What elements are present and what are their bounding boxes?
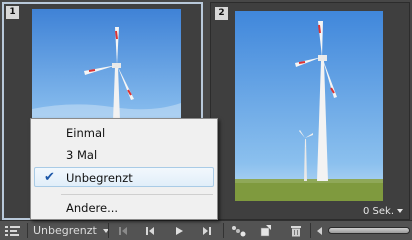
menu-separator xyxy=(61,194,213,195)
animation-frame-2[interactable]: 2 0 Sek. xyxy=(210,2,410,220)
checkmark-icon: ✔ xyxy=(44,170,55,185)
zoom-out-icon[interactable] xyxy=(314,221,326,240)
first-frame-icon[interactable] xyxy=(114,221,132,240)
play-icon[interactable] xyxy=(170,221,188,240)
menu-item-andere[interactable]: Andere... xyxy=(34,198,214,218)
animation-toolbar: Unbegrenzt xyxy=(0,220,412,240)
loop-options-select[interactable]: Unbegrenzt xyxy=(33,221,109,240)
tween-icon[interactable] xyxy=(229,221,249,240)
frame-delay-selector[interactable]: 0 Sek. xyxy=(363,206,403,217)
loop-options-menu: Einmal 3 Mal ✔ Unbegrenzt Andere... xyxy=(30,118,218,220)
frame-number: 2 xyxy=(215,7,228,20)
previous-frame-icon[interactable] xyxy=(141,221,159,240)
menu-item-unbegrenzt[interactable]: ✔ Unbegrenzt xyxy=(34,167,214,187)
menu-item-3-mal[interactable]: 3 Mal xyxy=(34,145,214,165)
chevron-down-icon xyxy=(397,209,403,213)
frame-thumbnail xyxy=(32,9,181,121)
delete-icon[interactable] xyxy=(287,221,305,240)
duplicate-frame-icon[interactable] xyxy=(257,221,275,240)
timeline-convert-icon[interactable] xyxy=(3,221,23,240)
zoom-slider[interactable] xyxy=(328,227,410,234)
menu-item-einmal[interactable]: Einmal xyxy=(34,123,214,143)
frame-thumbnail xyxy=(235,11,383,201)
frame-number: 1 xyxy=(6,6,19,19)
next-frame-icon[interactable] xyxy=(198,221,216,240)
